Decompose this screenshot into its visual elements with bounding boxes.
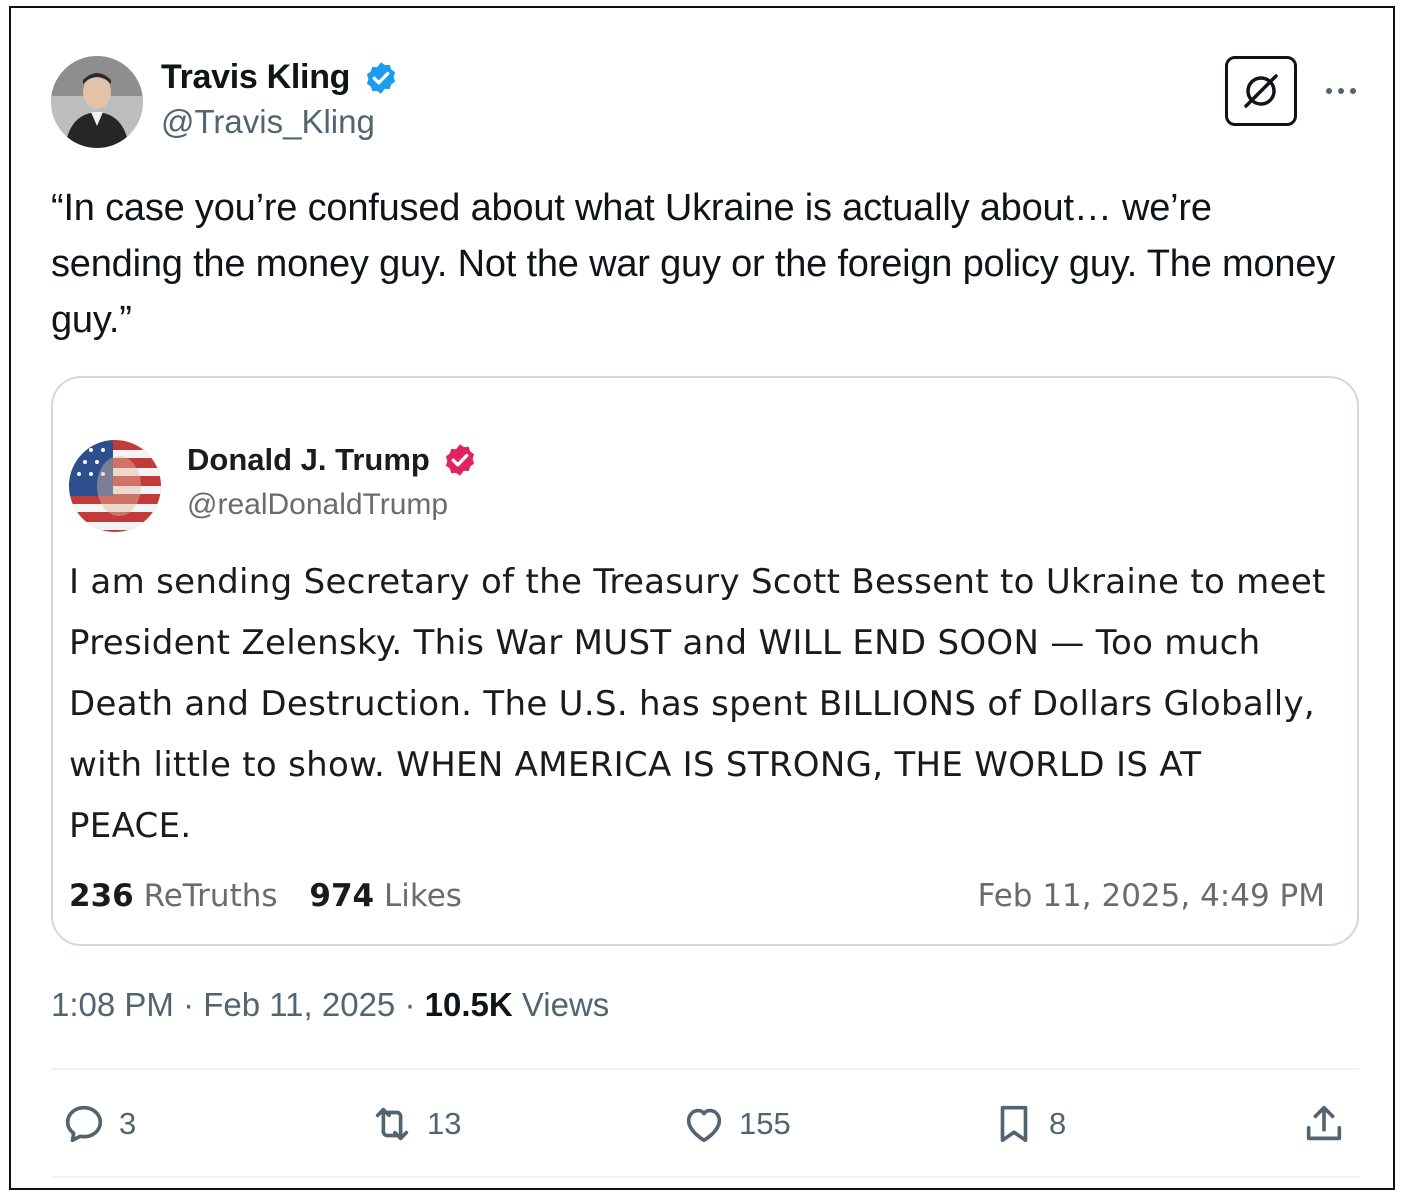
author-display-name[interactable]: Travis Kling <box>161 58 350 97</box>
meta-separator: · <box>183 986 195 1023</box>
grok-button[interactable] <box>1225 56 1297 126</box>
quoted-post-footer: 236 ReTruths 974 Likes Feb 11, 2025, 4:4… <box>69 878 1325 914</box>
like-count: 155 <box>739 1106 791 1141</box>
quoted-post-text: I am sending Secretary of the Treasury S… <box>69 562 1326 846</box>
author-handle[interactable]: @Travis_Kling <box>161 103 399 141</box>
quoted-verified-badge-icon <box>442 442 478 478</box>
tweet-text: “In case you’re confused about what Ukra… <box>51 187 1336 341</box>
tweet-frame: Travis Kling @Travis_Kling “In case you’… <box>9 6 1395 1190</box>
likes-count: 974 <box>309 878 375 914</box>
action-bar: 3 13 155 8 <box>51 1096 1359 1152</box>
retruths-stat[interactable]: 236 ReTruths <box>69 878 278 914</box>
heart-icon <box>686 1108 722 1143</box>
quoted-author-name-block: Donald J. Trump @realDonaldTrump <box>187 442 478 522</box>
more-options-icon[interactable] <box>1321 76 1361 106</box>
likes-stat[interactable]: 974 Likes <box>309 878 462 914</box>
retruths-count: 236 <box>69 878 134 914</box>
tweet-time[interactable]: 1:08 PM <box>51 986 174 1023</box>
meta-separator-2: · <box>404 986 416 1023</box>
views-label: Views <box>521 986 610 1023</box>
reply-icon <box>65 1105 103 1143</box>
repost-button[interactable]: 13 <box>369 1096 461 1152</box>
bookmark-count: 8 <box>1049 1106 1067 1141</box>
verified-badge-icon[interactable] <box>363 60 399 96</box>
tweet-date[interactable]: Feb 11, 2025 <box>203 986 395 1023</box>
repost-icon <box>375 1107 409 1141</box>
reply-count: 3 <box>119 1106 137 1141</box>
author-name-block: Travis Kling @Travis_Kling <box>161 58 399 141</box>
bookmark-button[interactable]: 8 <box>991 1096 1066 1152</box>
author-avatar[interactable] <box>51 56 143 148</box>
retruths-label: ReTruths <box>143 878 278 914</box>
quoted-author-handle[interactable]: @realDonaldTrump <box>187 488 478 522</box>
reply-button[interactable]: 3 <box>61 1096 136 1152</box>
share-button[interactable] <box>1301 1096 1347 1152</box>
bottom-divider <box>51 1176 1359 1178</box>
grok-icon <box>1244 74 1278 108</box>
bookmark-icon <box>1000 1105 1028 1143</box>
share-icon <box>1306 1105 1342 1141</box>
quoted-post-date[interactable]: Feb 11, 2025, 4:49 PM <box>978 878 1325 914</box>
repost-count: 13 <box>427 1106 462 1141</box>
quoted-author-display-name[interactable]: Donald J. Trump <box>187 442 430 478</box>
quoted-author-avatar[interactable] <box>69 440 161 532</box>
divider <box>51 1068 1359 1070</box>
quoted-post-card[interactable]: Donald J. Trump @realDonaldTrump I am se… <box>51 376 1359 946</box>
like-button[interactable]: 155 <box>681 1096 791 1152</box>
views-count: 10.5K <box>424 986 513 1023</box>
likes-label: Likes <box>383 878 462 914</box>
tweet-meta: 1:08 PM · Feb 11, 2025 · 10.5K Views <box>51 986 609 1024</box>
